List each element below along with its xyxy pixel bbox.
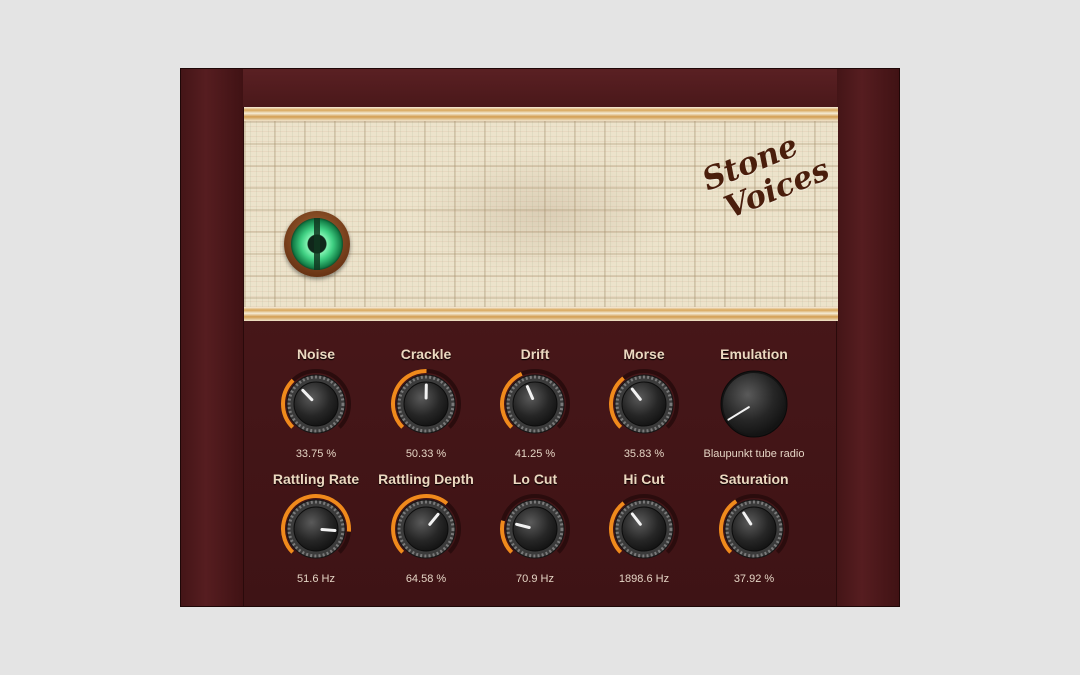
knob-cell-rattling-rate: Rattling Rate 51.6 Hz [261, 471, 371, 585]
knob-value: 1898.6 Hz [618, 573, 670, 585]
knob-cell-morse: Morse 35.83 % [589, 346, 699, 460]
knob-value: 35.83 % [623, 448, 665, 460]
saturation-knob[interactable] [716, 491, 792, 567]
speaker-grille: Stone Voices [244, 107, 838, 321]
knob-cell-rattling-depth: Rattling Depth 64.58 % [371, 471, 481, 585]
knob-cap [621, 506, 667, 552]
knob-label: Noise [296, 346, 336, 362]
knob-cap [621, 381, 667, 427]
knob-label: Lo Cut [512, 471, 558, 487]
knob-cell-saturation: Saturation 37.92 % [699, 471, 809, 585]
knob-value: 33.75 % [295, 448, 337, 460]
knob-cap [512, 506, 558, 552]
knob-cap [723, 373, 785, 435]
knob-cell-drift: Drift 41.25 % [480, 346, 590, 460]
knob-value: 50.33 % [405, 448, 447, 460]
knob-value: 51.6 Hz [297, 573, 335, 585]
knob-pointer [320, 527, 337, 532]
knob-cell-hi-cut: Hi Cut 1898.6 Hz [589, 471, 699, 585]
drift-knob[interactable] [497, 366, 573, 442]
right-side-panel [836, 69, 899, 606]
knob-value: 64.58 % [405, 573, 447, 585]
knob-label: Drift [520, 346, 550, 362]
lo-cut-knob[interactable] [497, 491, 573, 567]
top-band [243, 69, 837, 107]
knob-label: Rattling Rate [272, 471, 360, 487]
emulation-selector-knob[interactable] [716, 366, 792, 442]
hi-cut-knob[interactable] [606, 491, 682, 567]
noise-knob[interactable] [278, 366, 354, 442]
knob-cap [403, 506, 449, 552]
knob-cell-emulation: Emulation Blaupunkt tube radio [684, 346, 824, 460]
crackle-knob[interactable] [388, 366, 464, 442]
knob-label: Saturation [719, 471, 789, 487]
left-side-panel [181, 69, 244, 606]
knob-cap [512, 381, 558, 427]
power-button[interactable] [284, 211, 350, 277]
knob-label: Crackle [400, 346, 452, 362]
stone-voices-logo: Stone Voices [698, 121, 835, 229]
plugin-window: Stone Voices Noise 33.75 % Crackle 50.33… [180, 68, 900, 607]
knob-cap [731, 506, 777, 552]
knob-value: 70.9 Hz [516, 573, 554, 585]
knob-cell-crackle: Crackle 50.33 % [371, 346, 481, 460]
rattling-rate-knob[interactable] [278, 491, 354, 567]
power-lamp-icon [291, 218, 343, 270]
knob-label: Emulation [720, 346, 788, 362]
knob-label: Hi Cut [623, 471, 665, 487]
knob-label: Rattling Depth [378, 471, 474, 487]
emulation-value: Blaupunkt tube radio [703, 448, 805, 460]
grille-trim-bottom [244, 307, 838, 321]
knob-value: 41.25 % [514, 448, 556, 460]
knob-cap [293, 381, 339, 427]
knob-cell-lo-cut: Lo Cut 70.9 Hz [480, 471, 590, 585]
knob-label: Morse [623, 346, 665, 362]
knob-value: 37.92 % [733, 573, 775, 585]
morse-knob[interactable] [606, 366, 682, 442]
knob-cell-noise: Noise 33.75 % [261, 346, 371, 460]
rattling-depth-knob[interactable] [388, 491, 464, 567]
grille-cloth: Stone Voices [244, 121, 838, 307]
grille-trim-top [244, 107, 838, 121]
